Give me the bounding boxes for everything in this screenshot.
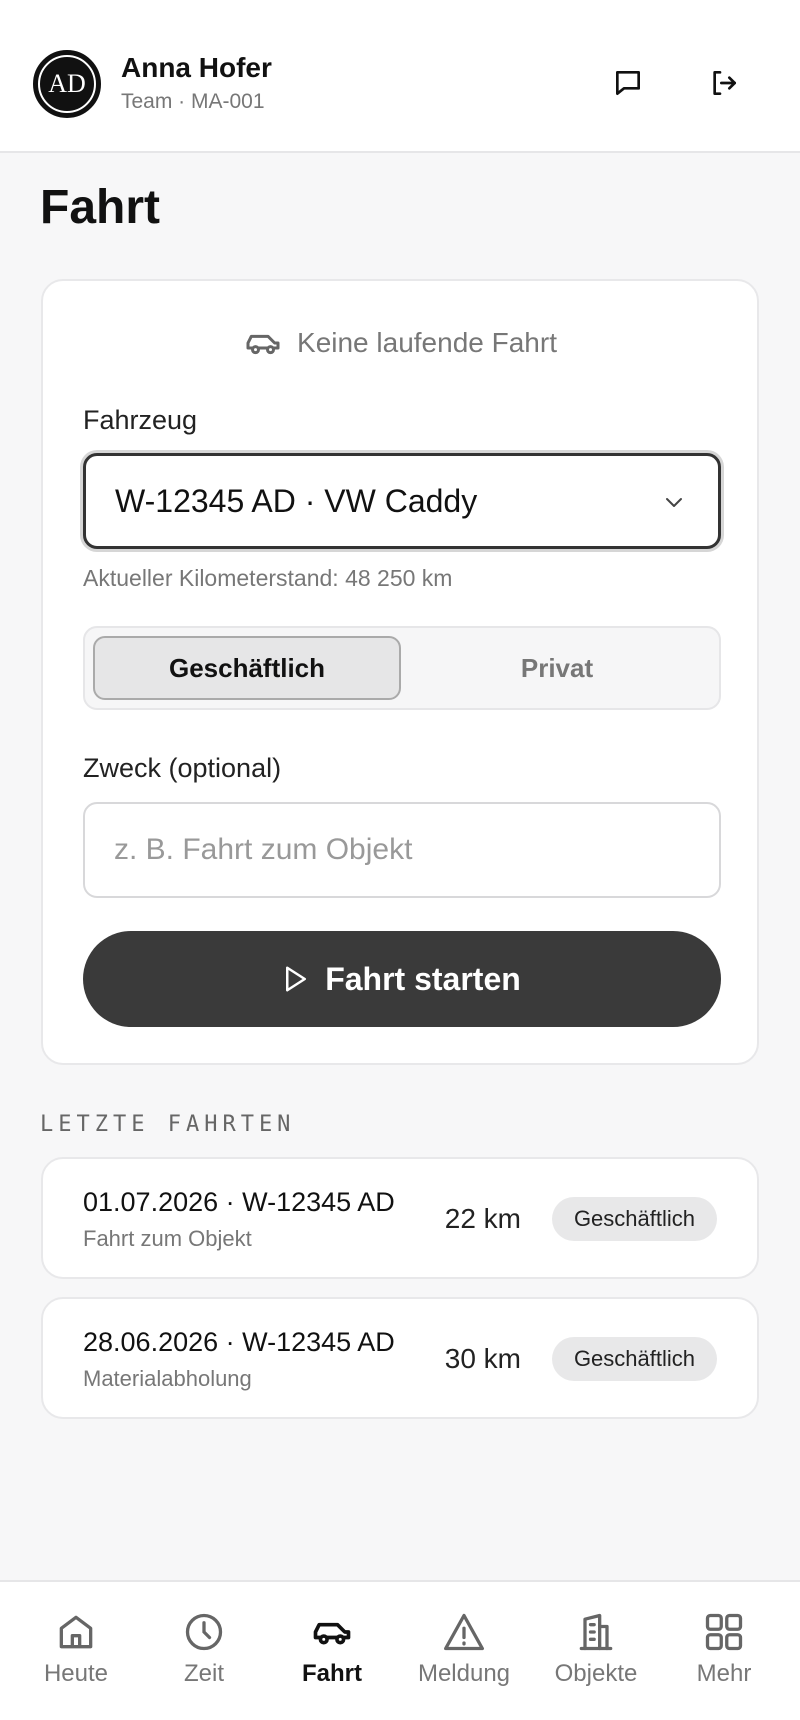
tab-zeit[interactable]: Zeit	[139, 1610, 269, 1710]
odometer-hint: Aktueller Kilometerstand: 48 250 km	[83, 565, 453, 591]
trip-title: 28.06.2026 · W-12345 AD	[83, 1327, 395, 1357]
trip-distance: 30 km	[444, 1343, 521, 1374]
list-item[interactable]: 01.07.2026 · W-12345 AD Fahrt zum Objekt…	[41, 1157, 759, 1279]
start-trip-button[interactable]: Fahrt starten	[83, 931, 721, 1027]
status-badge: Geschäftlich	[551, 1337, 717, 1381]
avatar[interactable]: AD	[33, 50, 101, 118]
tab-label: Heute	[43, 1660, 109, 1687]
user-team-id: Team · MA-001	[121, 90, 265, 113]
tab-fahrt[interactable]: Fahrt	[267, 1610, 397, 1710]
play-icon	[286, 966, 307, 992]
warning-icon	[444, 1613, 484, 1651]
purpose-placeholder: z. B. Fahrt zum Objekt	[114, 833, 413, 866]
trip-status: Keine laufende Fahrt	[43, 323, 757, 363]
segment-private[interactable]: Privat	[403, 636, 711, 700]
car-icon	[246, 334, 280, 355]
tab-meldung[interactable]: Meldung	[399, 1610, 529, 1710]
tab-label: Zeit	[183, 1660, 224, 1687]
home-icon	[59, 1615, 93, 1649]
list-item[interactable]: 28.06.2026 · W-12345 AD Materialabholung…	[41, 1297, 759, 1419]
building-icon	[579, 1613, 613, 1651]
chevron-down-icon	[666, 498, 682, 507]
recent-trips-title: LETZTE FAHRTEN	[40, 1112, 296, 1137]
tab-label: Mehr	[696, 1660, 752, 1687]
avatar-initials: AD	[38, 55, 96, 113]
vehicle-label: Fahrzeug	[83, 405, 198, 435]
status-badge: Geschäftlich	[551, 1197, 717, 1241]
clock-icon	[185, 1613, 223, 1651]
user-name: Anna Hofer	[121, 52, 272, 83]
car-icon	[313, 1622, 351, 1645]
purpose-input[interactable]: z. B. Fahrt zum Objekt	[83, 802, 721, 898]
grid-icon	[705, 1613, 743, 1651]
trip-status-text: Keine laufende Fahrt	[297, 327, 557, 358]
trip-type-segment: Geschäftlich Privat	[83, 626, 721, 710]
trip-card: Keine laufende Fahrt Fahrzeug W-12345 AD…	[41, 279, 759, 1065]
trip-purpose: Fahrt zum Objekt	[83, 1226, 252, 1251]
app-header: AD Anna Hofer Team · MA-001	[0, 0, 800, 153]
start-trip-label: Fahrt starten	[325, 960, 521, 997]
trip-purpose: Materialabholung	[83, 1366, 252, 1391]
vehicle-select-value: W-12345 AD · VW Caddy	[115, 482, 478, 519]
logout-icon[interactable]	[707, 66, 741, 100]
bottom-tab-bar: Heute Zeit Fahrt Meldung Objekte Mehr	[0, 1580, 800, 1720]
tab-heute[interactable]: Heute	[11, 1610, 141, 1710]
page-title: Fahrt	[40, 181, 160, 234]
segment-business[interactable]: Geschäftlich	[93, 636, 401, 700]
tab-label: Meldung	[417, 1660, 511, 1687]
tab-label: Fahrt	[302, 1660, 362, 1687]
trip-distance: 22 km	[444, 1203, 521, 1234]
vehicle-select[interactable]: W-12345 AD · VW Caddy	[83, 453, 721, 549]
tab-mehr[interactable]: Mehr	[659, 1610, 789, 1710]
tab-label: Objekte	[554, 1660, 638, 1687]
purpose-label: Zweck (optional)	[83, 753, 282, 783]
chat-icon[interactable]	[611, 66, 645, 100]
tab-objekte[interactable]: Objekte	[531, 1610, 661, 1710]
trip-title: 01.07.2026 · W-12345 AD	[83, 1187, 395, 1217]
